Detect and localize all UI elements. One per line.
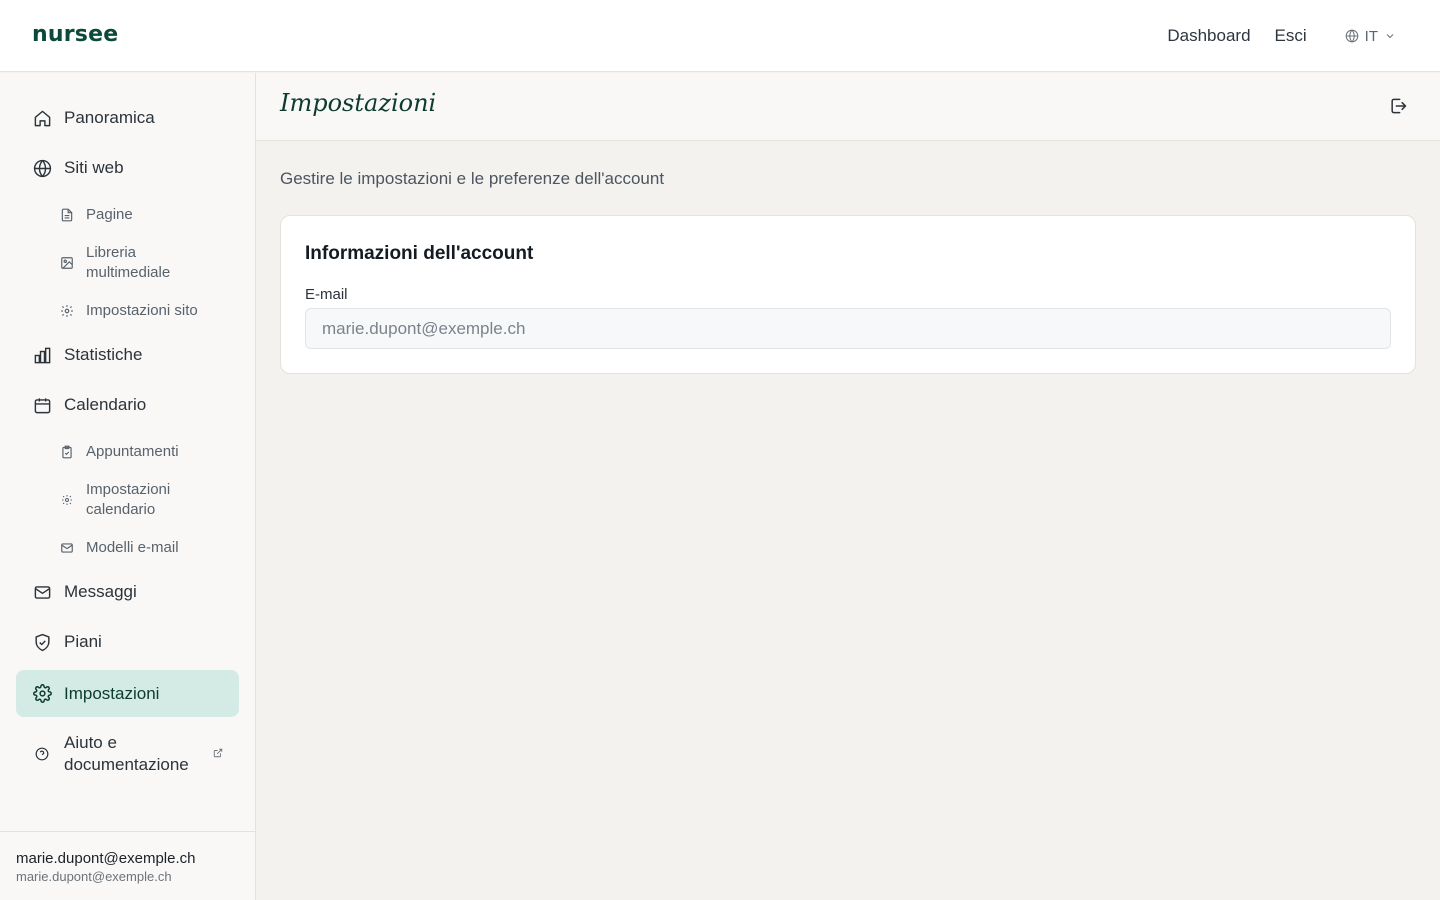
sidebar-subitem-label: Impostazioni calendario — [86, 481, 171, 518]
gear-icon — [60, 493, 74, 507]
clipboard-check-icon — [60, 445, 74, 459]
sidebar-item-label: Siti web — [64, 158, 124, 177]
page-header: Impostazioni — [256, 73, 1440, 141]
page-subtitle: Gestire le impostazioni e le preferenze … — [280, 169, 665, 188]
sidebar-subitem-impostazioni-calendario[interactable]: Impostazioni calendario — [60, 480, 240, 520]
sidebar-subitem-label: Modelli e-mail — [86, 539, 179, 556]
logout-icon[interactable] — [1388, 96, 1408, 121]
gear-icon — [60, 304, 74, 318]
user-profile[interactable]: marie.dupont@exemple.ch marie.dupont@exe… — [0, 831, 255, 900]
help-circle-icon — [32, 744, 52, 764]
user-email: marie.dupont@exemple.ch — [16, 869, 172, 884]
sidebar-subitem-appuntamenti[interactable]: Appuntamenti — [60, 442, 240, 462]
sidebar-subitem-libreria[interactable]: Libreria multimediale — [60, 243, 240, 283]
sidebar-item-label: Messaggi — [64, 582, 137, 601]
file-icon — [60, 208, 74, 222]
external-link-icon — [213, 745, 223, 763]
sidebar-item-label: Panoramica — [64, 108, 155, 127]
language-selector[interactable]: IT — [1345, 28, 1396, 45]
chevron-down-icon — [1384, 30, 1396, 42]
card-title: Informazioni dell'account — [305, 243, 534, 264]
email-field[interactable] — [305, 308, 1391, 349]
sidebar-item-calendario[interactable]: Calendario — [16, 383, 239, 427]
sidebar-item-impostazioni[interactable]: Impostazioni — [16, 670, 239, 717]
home-icon — [32, 108, 52, 128]
language-code: IT — [1364, 27, 1378, 45]
calendar-icon — [32, 395, 52, 415]
image-icon — [60, 256, 74, 270]
app-logo[interactable]: nursee — [32, 22, 118, 47]
sidebar: Panoramica Siti web Pagine Libreria mult… — [0, 73, 256, 900]
sidebar-item-label: Piani — [64, 632, 102, 651]
dashboard-link[interactable]: Dashboard — [1167, 26, 1250, 46]
bar-chart-icon — [32, 345, 52, 365]
account-info-card: Informazioni dell'account E-mail — [280, 215, 1416, 374]
globe-icon — [1345, 29, 1359, 43]
mail-icon — [60, 541, 74, 555]
sidebar-item-statistiche[interactable]: Statistiche — [16, 333, 239, 377]
gear-icon — [32, 684, 52, 704]
sidebar-subitem-label: Libreria multimediale — [86, 244, 171, 281]
sidebar-item-label: Calendario — [64, 395, 147, 414]
sidebar-subitem-modelli-email[interactable]: Modelli e-mail — [60, 538, 240, 558]
email-label: E-mail — [305, 286, 348, 303]
user-name: marie.dupont@exemple.ch — [16, 850, 196, 867]
sidebar-subitem-pagine[interactable]: Pagine — [60, 205, 240, 225]
globe-icon — [32, 158, 52, 178]
sidebar-item-aiuto[interactable]: Aiuto e documentazione — [16, 729, 239, 779]
sidebar-item-label: Impostazioni — [64, 683, 160, 703]
page-title: Impostazioni — [280, 89, 437, 117]
sidebar-item-label: Aiuto e documentazione — [64, 733, 189, 774]
sidebar-subitem-label: Impostazioni sito — [86, 302, 198, 319]
sidebar-item-piani[interactable]: Piani — [16, 620, 239, 664]
top-nav: Dashboard Esci IT — [1167, 0, 1396, 72]
shield-check-icon — [32, 632, 52, 652]
logout-link[interactable]: Esci — [1275, 26, 1307, 46]
mail-icon — [32, 582, 52, 602]
sidebar-subitem-impostazioni-sito[interactable]: Impostazioni sito — [60, 301, 240, 321]
sidebar-item-label: Statistiche — [64, 345, 143, 364]
sidebar-item-panoramica[interactable]: Panoramica — [16, 96, 239, 140]
top-bar: nursee Dashboard Esci IT — [0, 0, 1440, 72]
sidebar-item-siti-web[interactable]: Siti web — [16, 146, 239, 190]
sidebar-subitem-label: Pagine — [86, 206, 133, 223]
sidebar-item-messaggi[interactable]: Messaggi — [16, 570, 239, 614]
sidebar-subitem-label: Appuntamenti — [86, 443, 179, 460]
